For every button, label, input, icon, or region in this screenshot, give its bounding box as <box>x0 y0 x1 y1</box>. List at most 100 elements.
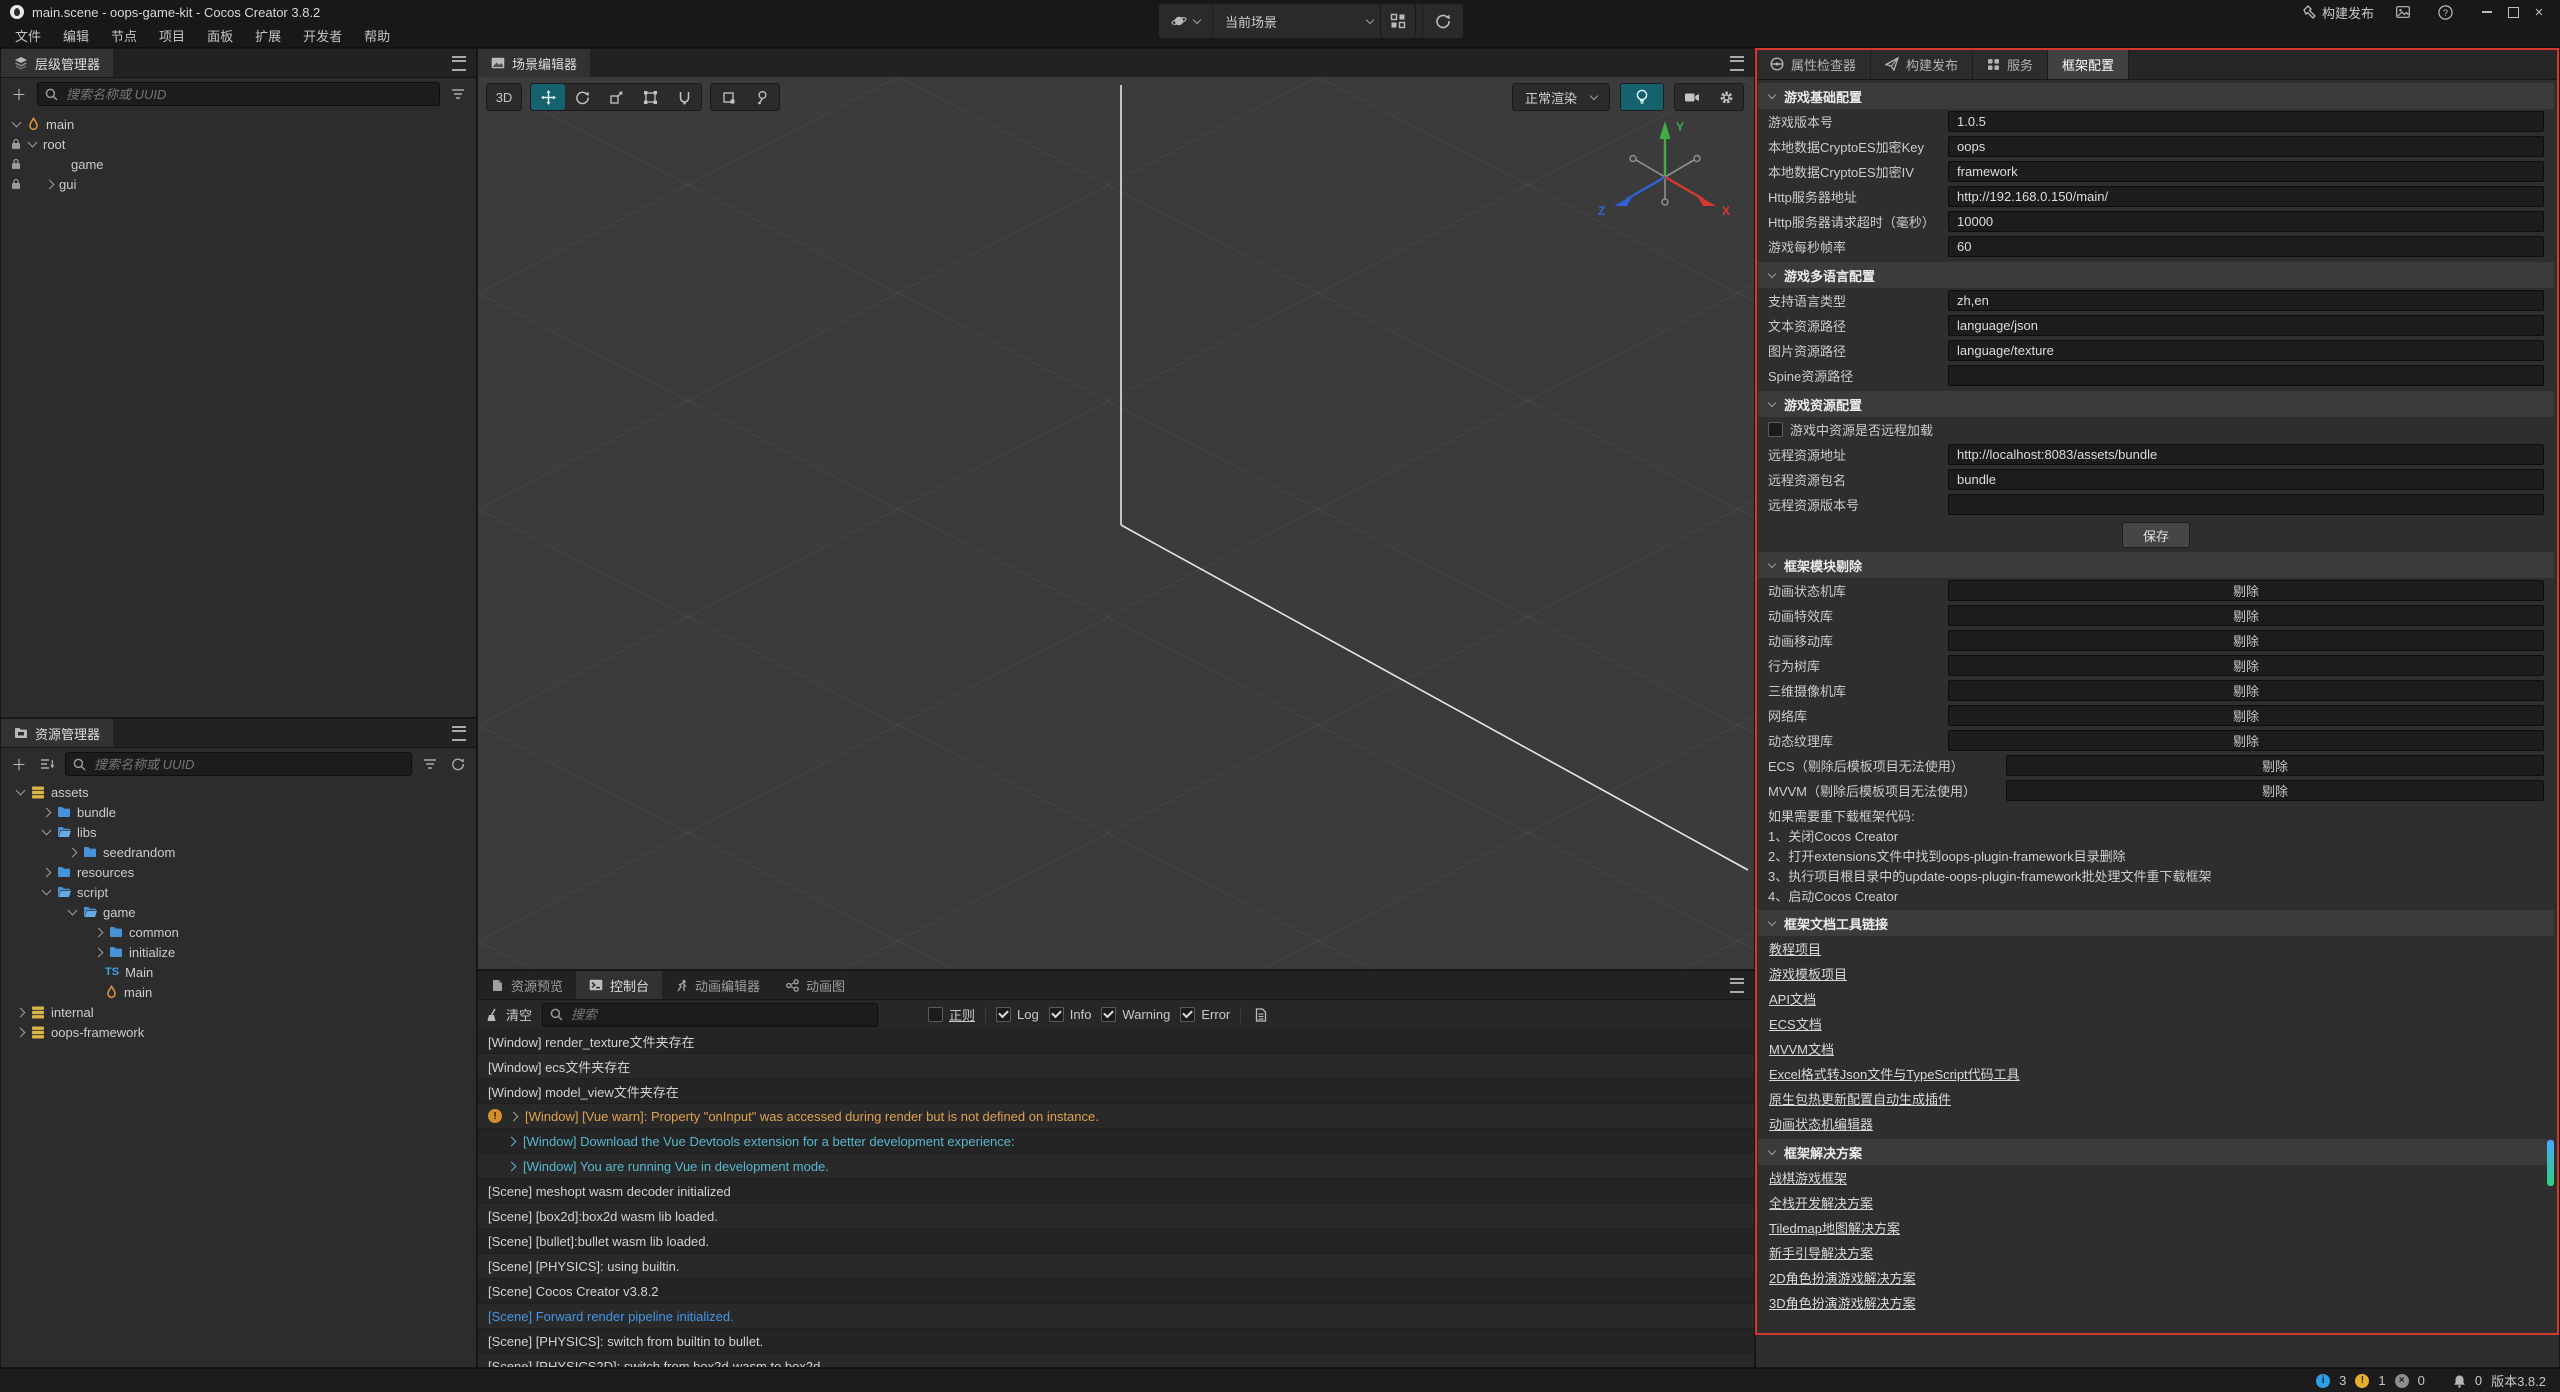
link-wargame-framework[interactable]: 战棋游戏框架 <box>1769 1168 1847 1187</box>
menu-project[interactable]: 项目 <box>148 24 196 47</box>
asset-node-main-ts[interactable]: TS Main <box>1 962 476 982</box>
fps-input[interactable] <box>1948 236 2544 257</box>
remove-module-button[interactable]: 剔除 <box>2006 755 2544 776</box>
link-fullstack-solution[interactable]: 全栈开发解决方案 <box>1769 1193 1873 1212</box>
menu-extension[interactable]: 扩展 <box>244 24 292 47</box>
preview-target-dropdown[interactable] <box>1159 4 1213 38</box>
build-publish-button[interactable]: 构建发布 <box>2302 3 2374 22</box>
remove-module-button[interactable]: 剔除 <box>1948 655 2544 676</box>
warning-status-icon[interactable]: ! <box>2355 1374 2369 1388</box>
log-row[interactable]: [Scene] [PHYSICS]: using builtin. <box>478 1254 1754 1279</box>
refresh-icon[interactable] <box>448 754 468 774</box>
assets-filter-icon[interactable] <box>420 754 440 774</box>
expand-chevron-icon[interactable] <box>507 1161 517 1171</box>
help-icon[interactable]: ? <box>2432 1 2458 23</box>
scene-select-dropdown[interactable]: 当前场景 <box>1213 4 1386 38</box>
tree-node-main[interactable]: main <box>1 114 476 134</box>
remove-module-button[interactable]: 剔除 <box>1948 630 2544 651</box>
log-row[interactable]: [Scene] [PHYSICS2D]: switch from box2d-w… <box>478 1354 1754 1367</box>
asset-node-oops-framework[interactable]: oops-framework <box>1 1022 476 1042</box>
asset-node-bundle[interactable]: bundle <box>1 802 476 822</box>
spine-res-path-input[interactable] <box>1948 365 2544 386</box>
hierarchy-menu-icon[interactable] <box>452 56 466 71</box>
log-row[interactable]: [Window] You are running Vue in developm… <box>478 1154 1754 1179</box>
console-search[interactable] <box>542 1003 878 1027</box>
console-menu-icon[interactable] <box>1730 978 1744 993</box>
add-asset-button[interactable]: ＋ <box>9 754 29 774</box>
section-doc-links[interactable]: 框架文档工具链接 <box>1758 910 2554 936</box>
scene-settings-button[interactable] <box>1709 84 1743 110</box>
section-game-resource[interactable]: 游戏资源配置 <box>1758 391 2554 417</box>
assets-menu-icon[interactable] <box>452 726 466 741</box>
rect-tool-button[interactable] <box>633 84 667 110</box>
asset-node-internal[interactable]: internal <box>1 1002 476 1022</box>
log-row[interactable]: [Window] render_texture文件夹存在 <box>478 1029 1754 1054</box>
minimize-button[interactable] <box>2474 1 2500 23</box>
filter-log-checkbox[interactable]: Log <box>996 1007 1039 1022</box>
log-row[interactable]: [Scene] [box2d]:box2d wasm lib loaded. <box>478 1204 1754 1229</box>
menu-developer[interactable]: 开发者 <box>292 24 353 47</box>
asset-node-initialize[interactable]: initialize <box>1 942 476 962</box>
rotate-tool-button[interactable] <box>565 84 599 110</box>
link-2d-rpg-solution[interactable]: 2D角色扮演游戏解决方案 <box>1769 1268 1916 1287</box>
link-excel-tool[interactable]: Excel格式转Json文件与TypeScript代码工具 <box>1769 1064 2020 1083</box>
link-3d-rpg-solution[interactable]: 3D角色扮演游戏解决方案 <box>1769 1293 1916 1312</box>
section-solutions[interactable]: 框架解决方案 <box>1758 1139 2554 1165</box>
remote-res-version-input[interactable] <box>1948 494 2544 515</box>
log-row[interactable]: [Window] Download the Vue Devtools exten… <box>478 1129 1754 1154</box>
log-row[interactable]: [Scene] Forward render pipeline initiali… <box>478 1304 1754 1329</box>
crypto-key-input[interactable] <box>1948 136 2544 157</box>
http-server-input[interactable] <box>1948 186 2544 207</box>
scene-viewport[interactable]: 3D <box>478 77 1754 969</box>
section-game-basic[interactable]: 游戏基础配置 <box>1758 83 2554 109</box>
expand-chevron-icon[interactable] <box>509 1111 519 1121</box>
tab-animation-editor[interactable]: 动画编辑器 <box>662 971 773 999</box>
remove-module-button[interactable]: 剔除 <box>1948 680 2544 701</box>
regex-checkbox[interactable]: 正则 <box>928 1005 975 1024</box>
render-mode-dropdown[interactable]: 正常渲染 <box>1512 83 1610 111</box>
log-row[interactable]: [Window] ecs文件夹存在 <box>478 1054 1754 1079</box>
tab-assets[interactable]: 资源管理器 <box>1 719 113 747</box>
assets-search[interactable] <box>65 752 412 776</box>
save-button[interactable]: 保存 <box>2122 522 2190 548</box>
bell-icon[interactable] <box>2453 1374 2466 1388</box>
tree-node-game[interactable]: game <box>1 154 476 174</box>
inspector-scrollbar-thumb[interactable] <box>2547 1140 2554 1186</box>
remove-module-button[interactable]: 剔除 <box>1948 705 2544 726</box>
remove-module-button[interactable]: 剔除 <box>2006 780 2544 801</box>
asset-node-game[interactable]: game <box>1 902 476 922</box>
hierarchy-filter-icon[interactable] <box>448 84 468 104</box>
asset-node-script[interactable]: script <box>1 882 476 902</box>
axis-gizmo[interactable]: Y X Z <box>1590 111 1740 243</box>
game-version-input[interactable] <box>1948 111 2544 132</box>
expand-chevron-icon[interactable] <box>507 1136 517 1146</box>
log-row[interactable]: ! [Window] [Vue warn]: Property "onInput… <box>478 1104 1754 1129</box>
menu-node[interactable]: 节点 <box>100 24 148 47</box>
add-node-button[interactable]: ＋ <box>9 84 29 104</box>
preview-image-icon[interactable] <box>2390 1 2416 23</box>
remove-module-button[interactable]: 剔除 <box>1948 580 2544 601</box>
remote-res-url-input[interactable] <box>1948 444 2544 465</box>
link-tiledmap-solution[interactable]: Tiledmap地图解决方案 <box>1769 1218 1900 1237</box>
restart-button[interactable] <box>1423 4 1463 38</box>
tab-animation-graph[interactable]: 动画图 <box>773 971 858 999</box>
tree-node-gui[interactable]: gui <box>1 174 476 194</box>
error-status-icon[interactable]: × <box>2395 1374 2409 1388</box>
scene-menu-icon[interactable] <box>1730 56 1744 71</box>
link-mvvm-docs[interactable]: MVVM文档 <box>1769 1039 1834 1058</box>
asset-node-common[interactable]: common <box>1 922 476 942</box>
close-button[interactable]: × <box>2526 1 2552 23</box>
hierarchy-search-input[interactable] <box>64 86 432 103</box>
log-row[interactable]: [Window] model_view文件夹存在 <box>478 1079 1754 1104</box>
asset-node-resources[interactable]: resources <box>1 862 476 882</box>
language-types-input[interactable] <box>1948 290 2544 311</box>
tab-framework-config[interactable]: 框架配置 <box>2048 49 2129 79</box>
lighting-toggle-button[interactable] <box>1620 83 1664 111</box>
pivot-toggle-button[interactable] <box>711 84 745 110</box>
filter-warning-checkbox[interactable]: Warning <box>1101 1007 1170 1022</box>
section-multi-language[interactable]: 游戏多语言配置 <box>1758 262 2554 288</box>
crypto-iv-input[interactable] <box>1948 161 2544 182</box>
http-timeout-input[interactable] <box>1948 211 2544 232</box>
assets-search-input[interactable] <box>92 756 404 773</box>
log-row[interactable]: [Scene] [PHYSICS]: switch from builtin t… <box>478 1329 1754 1354</box>
